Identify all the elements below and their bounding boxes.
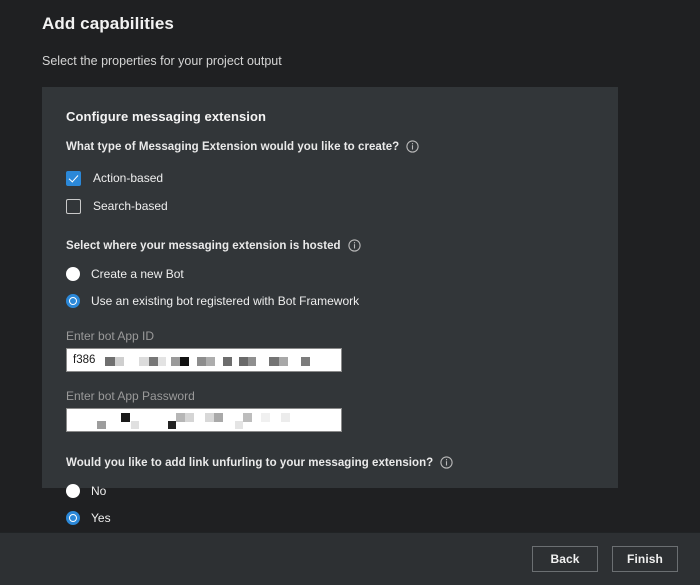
radio-label-unfurling-no: No xyxy=(91,484,107,498)
radio-create-new-bot[interactable] xyxy=(66,267,80,281)
radio-unfurling-yes[interactable] xyxy=(66,511,80,525)
radio-row-create-new-bot[interactable]: Create a new Bot xyxy=(66,263,618,285)
checkbox-row-action-based[interactable]: Action-based xyxy=(66,167,618,189)
checkbox-label-action-based: Action-based xyxy=(93,171,164,185)
page-header: Add capabilities Select the properties f… xyxy=(0,0,700,68)
bot-app-id-value: f386 xyxy=(73,354,96,366)
question-link-unfurling: Would you like to add link unfurling to … xyxy=(66,456,618,469)
panel-title: Configure messaging extension xyxy=(66,109,267,124)
question-extension-type-label: What type of Messaging Extension would y… xyxy=(66,140,400,153)
dialog-footer: Back Finish xyxy=(0,532,700,585)
field-label-bot-app-password: Enter bot App Password xyxy=(66,389,195,403)
radio-row-unfurling-no[interactable]: No xyxy=(66,480,618,502)
question-hosting-label: Select where your messaging extension is… xyxy=(66,239,341,252)
radio-row-existing-bot[interactable]: Use an existing bot registered with Bot … xyxy=(66,290,618,312)
radio-label-unfurling-yes: Yes xyxy=(91,511,111,525)
checkbox-row-search-based[interactable]: Search-based xyxy=(66,195,618,217)
field-label-bot-app-id: Enter bot App ID xyxy=(66,329,155,343)
radio-existing-bot[interactable] xyxy=(66,294,80,308)
question-link-unfurling-label: Would you like to add link unfurling to … xyxy=(66,456,434,469)
info-circle-icon[interactable] xyxy=(406,140,419,153)
radio-row-unfurling-yes[interactable]: Yes xyxy=(66,507,618,529)
checkbox-search-based[interactable] xyxy=(66,198,81,214)
radio-label-create-new-bot: Create a new Bot xyxy=(91,267,184,281)
page-title: Add capabilities xyxy=(42,14,174,33)
radio-unfurling-no[interactable] xyxy=(66,484,80,498)
radio-label-existing-bot: Use an existing bot registered with Bot … xyxy=(91,294,360,308)
question-extension-type: What type of Messaging Extension would y… xyxy=(66,140,618,153)
checkbox-label-search-based: Search-based xyxy=(93,199,168,213)
bot-app-id-input[interactable]: f386 xyxy=(66,348,342,372)
finish-button[interactable]: Finish xyxy=(612,546,678,572)
back-button[interactable]: Back xyxy=(532,546,598,572)
question-hosting: Select where your messaging extension is… xyxy=(66,239,618,252)
page-subtitle: Select the properties for your project o… xyxy=(42,54,282,68)
info-circle-icon[interactable] xyxy=(347,239,361,252)
checkbox-action-based[interactable] xyxy=(66,170,81,186)
configure-messaging-extension-panel: Configure messaging extension What type … xyxy=(42,87,618,525)
info-circle-icon[interactable] xyxy=(440,456,453,469)
bot-app-password-input[interactable] xyxy=(66,408,342,432)
